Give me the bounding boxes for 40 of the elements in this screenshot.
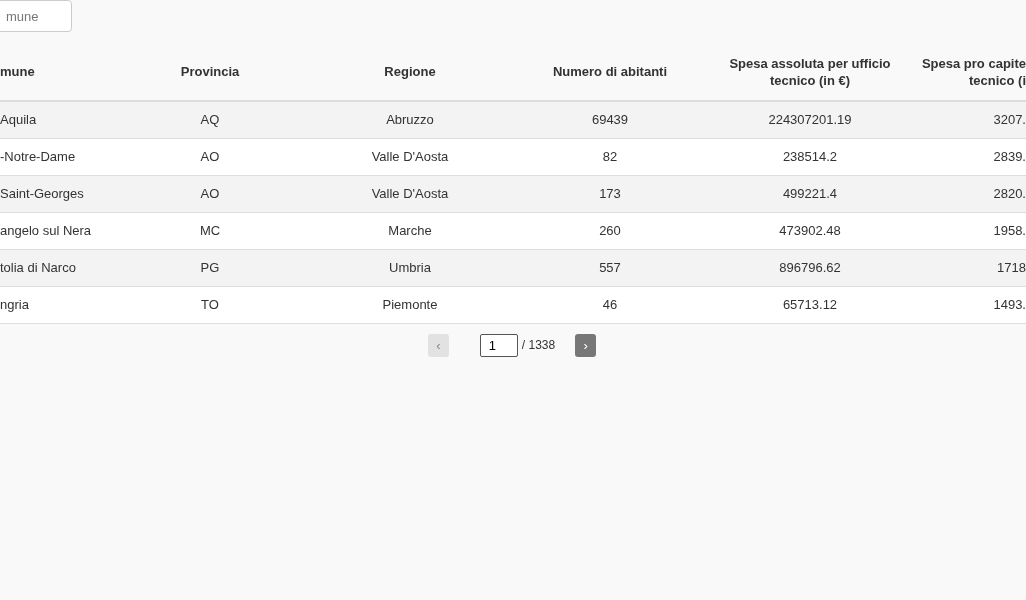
table-cell: AO <box>110 175 310 212</box>
table-cell: 1493. <box>910 286 1026 323</box>
table-cell: Umbria <box>310 249 510 286</box>
table-cell: 2839. <box>910 138 1026 175</box>
table-cell: TO <box>110 286 310 323</box>
table-cell: 473902.48 <box>710 212 910 249</box>
table-cell: 1958. <box>910 212 1026 249</box>
table-cell: AQ <box>110 101 310 138</box>
table-cell: PG <box>110 249 310 286</box>
table-cell: angelo sul Nera <box>0 212 110 249</box>
page-total: / 1338 <box>521 337 556 354</box>
table-cell: 173 <box>510 175 710 212</box>
table-cell: Valle D'Aosta <box>310 175 510 212</box>
table-cell: 238514.2 <box>710 138 910 175</box>
table-cell: 260 <box>510 212 710 249</box>
table-cell: 1718 <box>910 249 1026 286</box>
table-cell: 82 <box>510 138 710 175</box>
table-cell: 499221.4 <box>710 175 910 212</box>
table-cell: Abruzzo <box>310 101 510 138</box>
table-cell: Marche <box>310 212 510 249</box>
table-cell: Valle D'Aosta <box>310 138 510 175</box>
table-cell: 65713.12 <box>710 286 910 323</box>
table-cell: Saint-Georges <box>0 175 110 212</box>
page-field[interactable]: 1 <box>479 333 518 357</box>
table-cell: 557 <box>510 249 710 286</box>
table-cell: Piemonte <box>310 286 510 323</box>
table-cell: 3207. <box>910 101 1026 138</box>
table-cell: ngria <box>0 286 110 323</box>
table-cell: -Notre-Dame <box>0 138 110 175</box>
table-cell: 896796.62 <box>710 249 910 286</box>
table-cell: tolia di Narco <box>0 249 110 286</box>
table-cell: AO <box>110 138 310 175</box>
table-cell: 69439 <box>510 101 710 138</box>
table-cell: 46 <box>510 286 710 323</box>
search-field[interactable]: mune <box>0 0 72 32</box>
table-cell: 224307201.19 <box>710 101 910 138</box>
table-cell: 2820. <box>910 175 1026 212</box>
table-cell: Aquila <box>0 101 110 138</box>
table-cell: MC <box>110 212 310 249</box>
next-page-button[interactable]: › <box>575 333 597 357</box>
